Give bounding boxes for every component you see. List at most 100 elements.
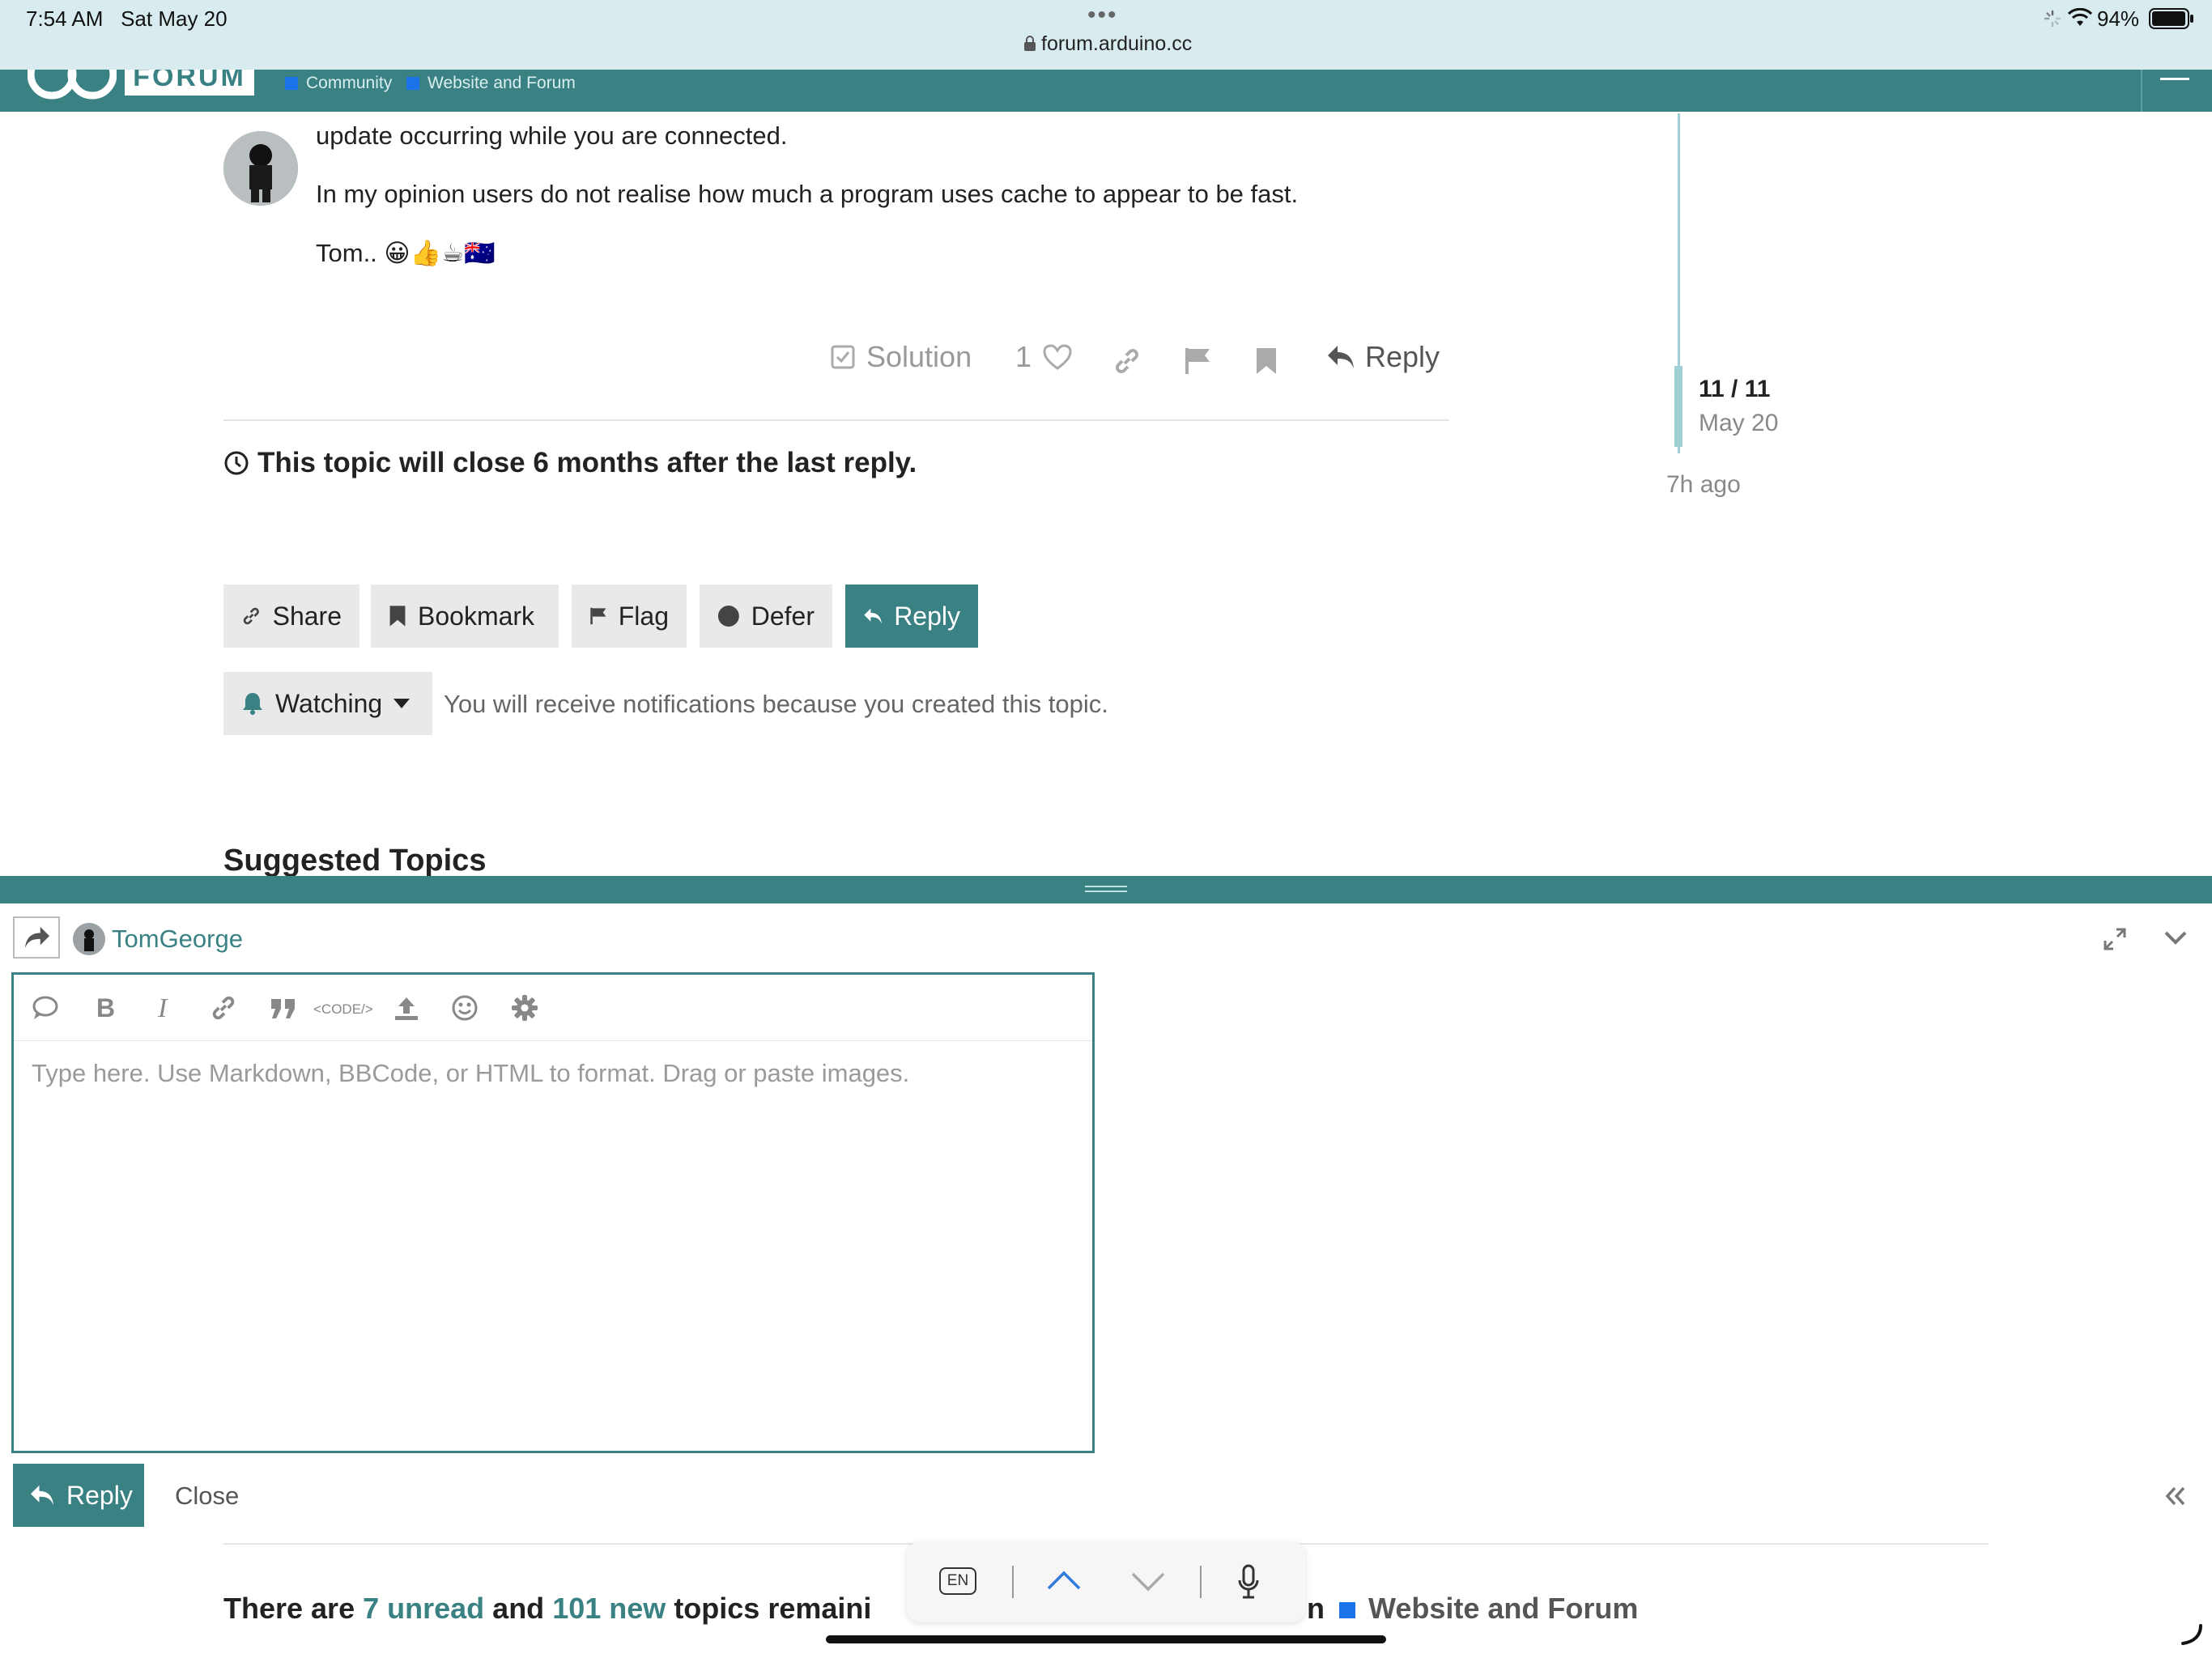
multitasking-dots-icon[interactable]: ••• <box>1087 2 1118 29</box>
speech-bubble-icon[interactable] <box>32 994 59 1022</box>
topic-reply-label: Reply <box>894 601 960 631</box>
timeline-date: May 20 <box>1699 410 1779 436</box>
grip-handle-icon[interactable] <box>1085 886 1127 892</box>
resize-corner-icon[interactable] <box>2180 1622 2204 1647</box>
defer-button[interactable]: Defer <box>700 585 832 648</box>
chevron-up-icon[interactable] <box>1046 1569 1082 1592</box>
link-icon <box>243 607 259 625</box>
chevron-down-icon[interactable] <box>2163 929 2188 946</box>
forum-logo-text: FORUM <box>133 70 246 92</box>
post-actions: Solution <box>831 340 972 376</box>
arduino-logo-icon[interactable] <box>28 70 117 105</box>
editor-placeholder: Type here. Use Markdown, BBCode, or HTML… <box>32 1059 910 1087</box>
defer-label: Defer <box>751 601 815 631</box>
composer-editor[interactable]: B I <CODE/> Type here. Use Markdown, BBC… <box>11 972 1095 1453</box>
svg-text:I: I <box>157 994 168 1022</box>
breadcrumb-community[interactable]: Community <box>285 74 392 93</box>
lock-icon <box>1024 36 1036 51</box>
notifications-dropdown[interactable]: Watching <box>223 672 432 735</box>
suggested-topics-heading: Suggested Topics <box>223 844 487 878</box>
upload-icon[interactable] <box>393 994 420 1022</box>
reply-arrow-icon <box>31 1485 53 1506</box>
checkbox-icon <box>831 345 855 369</box>
code-icon[interactable]: <CODE/> <box>312 997 376 1022</box>
bold-icon[interactable]: B <box>93 994 117 1022</box>
composer-resize-bar[interactable] <box>0 876 2212 903</box>
category-link[interactable]: Website and Forum <box>1368 1592 1638 1625</box>
double-chevron-left-icon[interactable] <box>2165 1486 2186 1506</box>
svg-text:<CODE/>: <CODE/> <box>313 1001 373 1017</box>
avatar <box>73 923 105 955</box>
bookmark-label: Bookmark <box>418 601 535 631</box>
language-key-label: EN <box>946 1572 969 1589</box>
avatar-figure-icon <box>223 131 298 206</box>
timeline-handle[interactable] <box>1674 366 1682 447</box>
topic-reply-button[interactable]: Reply <box>845 585 978 648</box>
post-reply-label: Reply <box>1365 340 1440 373</box>
like-button[interactable]: 1 <box>1015 340 1072 374</box>
composer-close-button[interactable]: Close <box>175 1482 239 1511</box>
header-divider <box>2141 70 2142 112</box>
category-color-square <box>1339 1602 1356 1618</box>
clock: 7:54 AM <box>26 6 104 31</box>
composer-user[interactable]: TomGeorge <box>73 923 243 955</box>
circle-icon <box>717 606 739 627</box>
composer-reply-button[interactable]: Reply <box>13 1464 144 1527</box>
reply-arrow-icon <box>864 608 882 624</box>
url-text: forum.arduino.cc <box>1041 32 1193 55</box>
loading-spinner-icon <box>2044 10 2061 28</box>
bookmark-icon <box>389 606 406 627</box>
wifi-icon <box>2068 8 2092 26</box>
reply-arrow-icon <box>1328 346 1354 368</box>
avatar[interactable] <box>223 131 298 206</box>
solution-button[interactable]: Solution <box>831 340 972 374</box>
breadcrumb-website-and-forum[interactable]: Website and Forum <box>406 74 576 93</box>
timeline-position: 11 / 11 <box>1699 376 1771 402</box>
emoji-icon[interactable] <box>451 994 479 1022</box>
reply-target-button[interactable] <box>13 916 60 959</box>
more-topics-message: There are 7 unread and 101 new topics re… <box>223 1592 871 1626</box>
post-divider <box>223 419 1449 421</box>
flag-icon[interactable] <box>1184 346 1211 376</box>
like-count: 1 <box>1015 340 1032 373</box>
composer-reply-label: Reply <box>66 1480 133 1510</box>
battery-icon <box>2149 8 2193 29</box>
bookmark-icon[interactable] <box>1255 346 1278 376</box>
status-bar: 7:54 AM Sat May 20 ••• forum.arduino.cc … <box>0 0 2212 70</box>
hamburger-menu-icon[interactable] <box>2160 78 2189 80</box>
flag-button[interactable]: Flag <box>572 585 687 648</box>
language-key[interactable]: EN <box>939 1567 976 1595</box>
category-color-square <box>406 77 419 90</box>
solution-label: Solution <box>866 340 972 373</box>
date: Sat May 20 <box>121 6 228 31</box>
more-topics-category: n Website and Forum <box>1307 1592 1638 1626</box>
forum-header: FORUM Community Website and Forum <box>0 70 2212 112</box>
editor-toolbar: B I <CODE/> <box>14 975 1092 1041</box>
topic-timer-notice: This topic will close 6 months after the… <box>223 447 917 479</box>
key-separator <box>1012 1566 1014 1598</box>
timeline-last-activity[interactable]: 7h ago <box>1666 471 1741 499</box>
unread-link[interactable]: 7 unread <box>363 1592 484 1625</box>
quote-icon[interactable] <box>270 994 297 1022</box>
topic-timer-text: This topic will close 6 months after the… <box>257 447 917 478</box>
gear-icon[interactable] <box>511 994 538 1022</box>
microphone-icon[interactable] <box>1237 1564 1260 1600</box>
notification-reason: You will receive notifications because y… <box>444 690 1108 718</box>
share-button[interactable]: Share <box>223 585 359 648</box>
more-topics-prefix: There are <box>223 1592 355 1625</box>
breadcrumb-label: Community <box>306 74 393 92</box>
home-indicator[interactable] <box>826 1635 1386 1643</box>
breadcrumb-label: Website and Forum <box>428 74 576 92</box>
post-reply-button[interactable]: Reply <box>1326 340 1440 374</box>
forum-logo-badge[interactable]: FORUM <box>125 70 254 96</box>
new-link[interactable]: 101 new <box>552 1592 666 1625</box>
address-bar[interactable]: forum.arduino.cc <box>1023 32 1192 56</box>
link-icon[interactable] <box>1112 346 1142 376</box>
bookmark-button[interactable]: Bookmark <box>371 585 559 648</box>
link-icon[interactable] <box>210 994 237 1022</box>
italic-icon[interactable]: I <box>153 994 177 1022</box>
expand-icon[interactable] <box>2102 926 2128 952</box>
post-signature: Tom.. 😀👍☕🇦🇺 <box>316 239 496 267</box>
chevron-down-icon[interactable] <box>1130 1571 1166 1593</box>
key-separator <box>1200 1566 1202 1598</box>
